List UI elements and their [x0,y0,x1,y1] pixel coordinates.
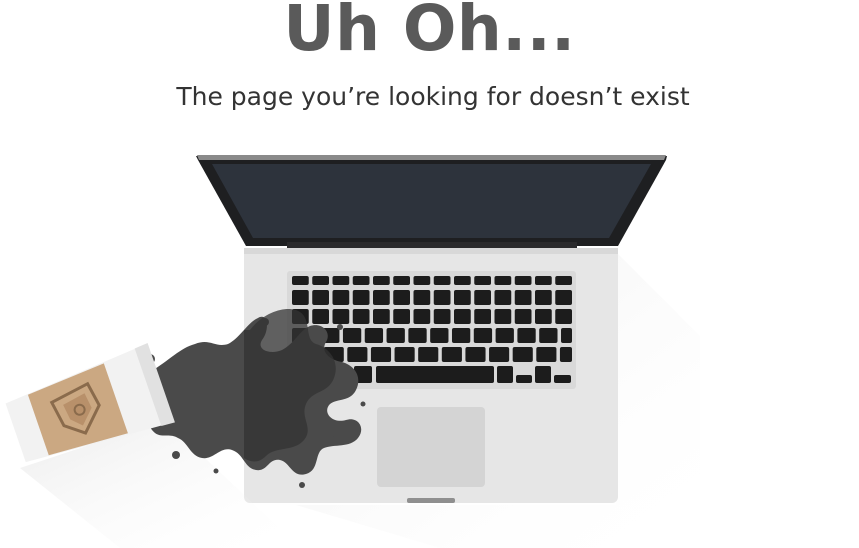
keyboard-key [465,347,486,362]
keyboard-key [514,309,532,324]
keyboard-key [376,366,494,383]
keyboard-key [352,290,370,305]
keyboard-key [433,309,451,324]
keyboard-key [413,276,431,285]
keyboard-key [495,328,514,343]
keyboard-key [393,276,410,285]
keyboard-key [516,375,532,383]
keyboard-key [497,366,513,383]
spilled-coffee-illustration [5,155,700,548]
keyboard-key [561,328,572,343]
keyboard-key [408,328,427,343]
keyboard-key [474,309,491,324]
keyboard-key [517,328,536,343]
keyboard-key [312,276,329,285]
keyboard-key [555,276,572,285]
laptop-screen [212,164,651,238]
keyboard-key [370,347,392,362]
keyboard-key [332,276,350,285]
keyboard-key [535,309,552,324]
keyboard-key [418,347,439,362]
keyboard-key [292,276,309,285]
keyboard-key [473,328,493,343]
keyboard-key [536,347,557,362]
keyboard-key [535,290,552,305]
keyboard-key [555,309,572,324]
keyboard-key [312,290,329,305]
keyboard-key [352,309,370,324]
keyboard-key [364,328,384,343]
keyboard-key [454,290,471,305]
keyboard-key [373,309,390,324]
keyboard-key [332,309,350,324]
keyboard-key [393,290,410,305]
error-page: Uh Oh... The page you’re looking for doe… [0,0,859,548]
keyboard-key [373,290,390,305]
keyboard-key [433,276,451,285]
keyboard-key [373,276,390,285]
keyboard-key [539,328,558,343]
keyboard-key [474,276,491,285]
keyboard-key [413,290,431,305]
keyboard-key [474,290,491,305]
keyboard-key [433,290,451,305]
keyboard-key [494,309,512,324]
keyboard-key [451,328,471,343]
keyboard-key [489,347,510,362]
keyboard-key [514,290,532,305]
keyboard-key [454,276,471,285]
keyboard-key [535,366,551,383]
keyboard-key [347,347,368,362]
keyboard-key [494,290,512,305]
keyboard-key [559,347,572,362]
keyboard-key [312,309,329,324]
keyboard-key [514,276,532,285]
keyboard-key [430,328,449,343]
keyboard-key [454,309,471,324]
keyboard-key [386,328,405,343]
keyboard-key [555,290,572,305]
keyboard-key [342,328,362,343]
keyboard-key [512,347,533,362]
keyboard-key [413,309,431,324]
keyboard-key [332,290,350,305]
keyboard-key [494,276,512,285]
keyboard-key [352,276,370,285]
keyboard-key [394,347,415,362]
keyboard-key [441,347,462,362]
trackpad [377,407,485,487]
keyboard-key [292,290,309,305]
keyboard-key [554,375,571,383]
keyboard-key [393,309,410,324]
keyboard-key [535,276,552,285]
